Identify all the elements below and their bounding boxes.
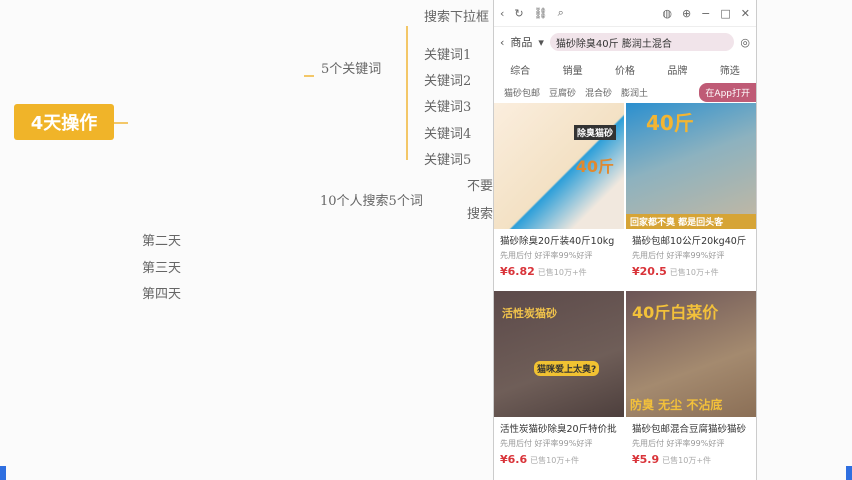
product-price: ¥5.9 <box>632 453 660 466</box>
mindmap-keyword-1[interactable]: 关键词1 <box>424 44 471 63</box>
mindmap-keyword-5[interactable]: 关键词5 <box>424 149 471 168</box>
filter-chip[interactable]: 豆腐砂 <box>549 86 576 99</box>
back-icon[interactable]: ‹ <box>500 7 504 20</box>
product-card[interactable]: 40斤 回家都不臭 都是回头客 猫砂包邮10公斤20kg40斤 先用后付 好评率… <box>626 103 756 289</box>
camera-icon[interactable]: ◎ <box>740 36 750 49</box>
product-price: ¥6.6 <box>500 453 528 466</box>
product-price: ¥6.82 <box>500 265 535 278</box>
maximize-icon[interactable]: □ <box>720 7 730 20</box>
price-line: ¥20.5 已售10万+件 <box>626 261 756 282</box>
mindmap-keyword-2[interactable]: 关键词2 <box>424 70 471 89</box>
product-meta: 先用后付 好评率99%好评 <box>500 439 593 448</box>
filter-chips: 猫砂包邮 豆腐砂 混合砂 膨润土 在App打开 <box>494 81 756 103</box>
category-select[interactable]: 商品 <box>510 34 532 50</box>
mindmap-branch-search[interactable]: 10个人搜索5个词 <box>320 190 423 209</box>
image-label: 活性炭猫砂 <box>502 307 557 320</box>
sort-filter[interactable]: 筛选 <box>720 62 740 77</box>
image-label: 回家都不臭 都是回头客 <box>626 214 756 229</box>
link-icon[interactable]: ⛓ <box>534 7 548 20</box>
price-line: ¥5.9 已售10万+件 <box>626 449 756 470</box>
product-card[interactable]: 活性炭猫砂 猫咪爱上太臭? 活性炭猫砂除臭20斤特价批 先用后付 好评率99%好… <box>494 291 624 477</box>
product-meta: 先用后付 好评率99%好评 <box>632 439 725 448</box>
mindmap-partial-b[interactable]: 搜索 <box>467 203 493 222</box>
product-image: 40斤白菜价 防臭 无尘 不沾底 <box>626 291 756 417</box>
product-title: 猫砂包邮10公斤20kg40斤 <box>632 236 747 247</box>
globe-icon[interactable]: ◍ <box>662 7 672 20</box>
connector <box>114 122 128 124</box>
mindmap-branch-keywords[interactable]: 5个关键词 <box>321 58 381 77</box>
mindmap-keyword-3[interactable]: 关键词3 <box>424 96 471 115</box>
image-label: 猫咪爱上太臭? <box>534 361 600 376</box>
sort-comprehensive[interactable]: 综合 <box>510 62 530 77</box>
mindmap-partial-a[interactable]: 不要 <box>467 175 493 194</box>
sort-price[interactable]: 价格 <box>615 62 635 77</box>
product-meta: 先用后付 好评率99%好评 <box>500 251 593 260</box>
image-label: 防臭 无尘 不沾底 <box>630 398 723 412</box>
corner-marker-right <box>846 466 852 480</box>
mindmap-day-3[interactable]: 第三天 <box>142 257 181 276</box>
image-label: 40斤 <box>646 111 694 135</box>
phone-window: ‹ ↻ ⛓ ⌕ ◍ ⊕ − □ ✕ ‹ 商品 ▾ 猫砂除臭40斤 膨润土混合 ◎… <box>493 0 757 480</box>
product-title: 猫砂除臭20斤装40斤10kg <box>500 236 615 247</box>
product-title: 猫砂包邮混合豆腐猫砂猫砂 <box>632 424 747 435</box>
back-arrow-icon[interactable]: ‹ <box>500 36 504 49</box>
product-title: 活性炭猫砂除臭20斤特价批 <box>500 424 617 435</box>
image-label: 40斤白菜价 <box>632 303 719 322</box>
price-line: ¥6.82 已售10万+件 <box>494 261 624 282</box>
mindmap-root[interactable]: 4天操作 <box>14 104 114 140</box>
product-image: 40斤 除臭猫砂 <box>494 103 624 229</box>
price-line: ¥6.6 已售10万+件 <box>494 449 624 470</box>
product-sold: 已售10万+件 <box>669 268 719 277</box>
filter-chip[interactable]: 猫砂包邮 <box>504 86 540 99</box>
mindmap-top-partial[interactable]: 搜索下拉框 <box>424 6 489 25</box>
mindmap-day-4[interactable]: 第四天 <box>142 283 181 302</box>
sort-brand[interactable]: 品牌 <box>667 62 687 77</box>
open-in-app-button[interactable]: 在App打开 <box>699 83 756 102</box>
image-label: 40斤 <box>575 157 614 176</box>
refresh-icon[interactable]: ↻ <box>514 7 523 20</box>
product-card[interactable]: 40斤白菜价 防臭 无尘 不沾底 猫砂包邮混合豆腐猫砂猫砂 先用后付 好评率99… <box>626 291 756 477</box>
filter-chip[interactable]: 膨润土 <box>621 86 648 99</box>
product-sold: 已售10万+件 <box>662 456 712 465</box>
mindmap-day-2[interactable]: 第二天 <box>142 230 181 249</box>
window-titlebar: ‹ ↻ ⛓ ⌕ ◍ ⊕ − □ ✕ <box>494 0 756 27</box>
search-query-chip[interactable]: 猫砂除臭40斤 膨润土混合 <box>549 33 735 51</box>
minimize-icon[interactable]: − <box>701 7 710 20</box>
sort-bar: 综合 销量 价格 品牌 筛选 <box>494 57 756 81</box>
product-sold: 已售10万+件 <box>530 456 580 465</box>
search-row: ‹ 商品 ▾ 猫砂除臭40斤 膨润土混合 ◎ <box>494 27 756 57</box>
product-price: ¥20.5 <box>632 265 667 278</box>
connector <box>304 75 314 77</box>
search-icon[interactable]: ⌕ <box>558 6 564 20</box>
sort-sales[interactable]: 销量 <box>563 62 583 77</box>
product-grid: 40斤 除臭猫砂 猫砂除臭20斤装40斤10kg 先用后付 好评率99%好评 ¥… <box>494 103 756 477</box>
corner-marker-left <box>0 466 6 480</box>
filter-chip[interactable]: 混合砂 <box>585 86 612 99</box>
chevron-down-icon[interactable]: ▾ <box>538 36 544 49</box>
connector <box>406 26 408 160</box>
mindmap-keyword-4[interactable]: 关键词4 <box>424 123 471 142</box>
image-label: 除臭猫砂 <box>573 125 616 140</box>
close-icon[interactable]: ✕ <box>741 7 750 20</box>
product-meta: 先用后付 好评率99%好评 <box>632 251 725 260</box>
product-card[interactable]: 40斤 除臭猫砂 猫砂除臭20斤装40斤10kg 先用后付 好评率99%好评 ¥… <box>494 103 624 289</box>
product-sold: 已售10万+件 <box>537 268 587 277</box>
product-image: 40斤 回家都不臭 都是回头客 <box>626 103 756 229</box>
product-image: 活性炭猫砂 猫咪爱上太臭? <box>494 291 624 417</box>
pin-icon[interactable]: ⊕ <box>682 7 691 20</box>
